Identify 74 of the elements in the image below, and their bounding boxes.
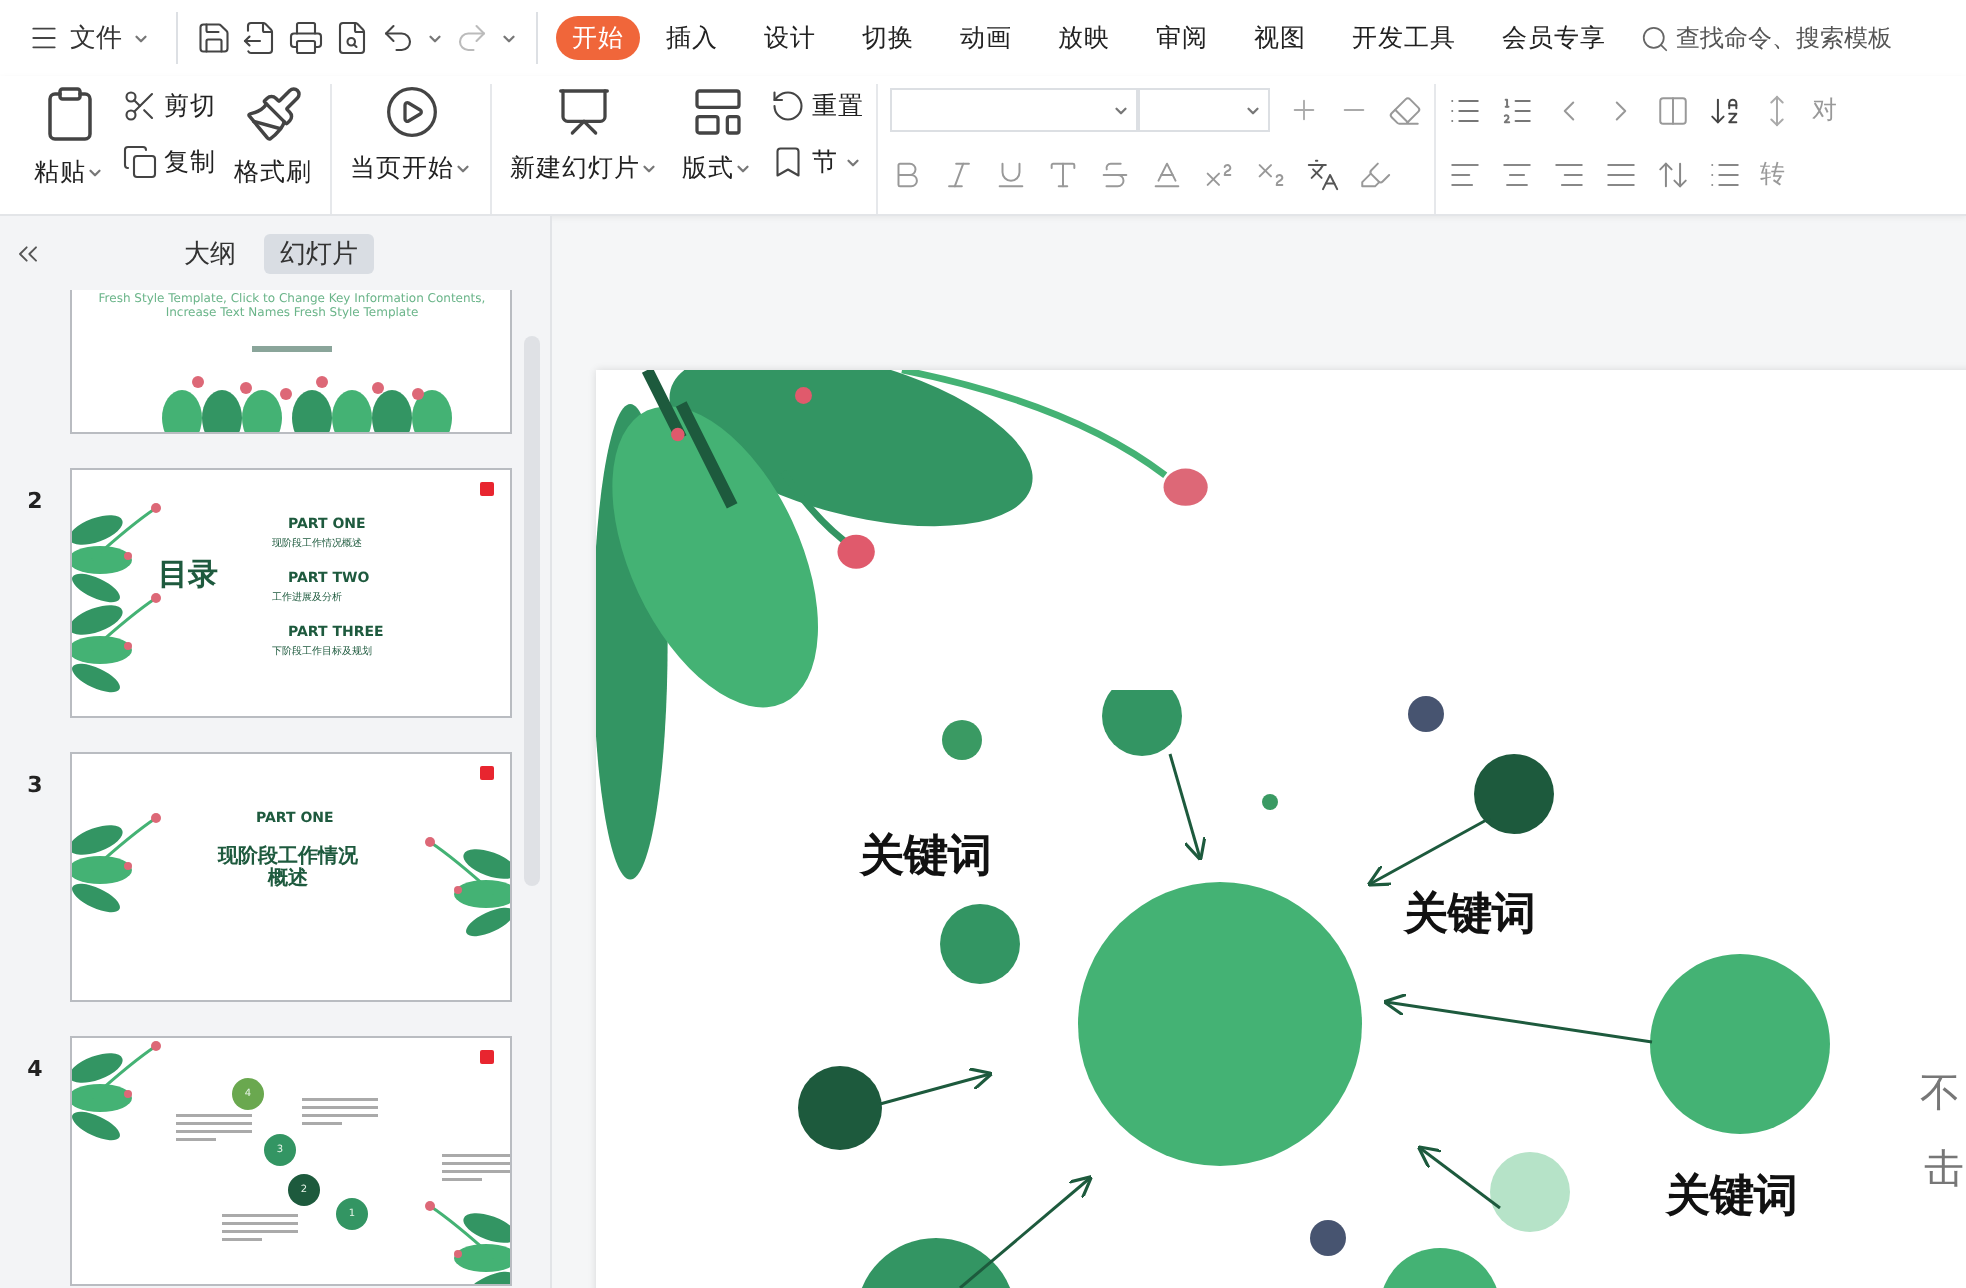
presenter-line-drawing (252, 346, 332, 352)
ribbon-tab[interactable]: 审阅 (1140, 16, 1224, 60)
slide-heading: 目录 (158, 558, 218, 591)
slide-number: 3 (25, 770, 45, 798)
slide-number: 2 (25, 486, 45, 514)
ribbon-tab[interactable]: 开发工具 (1336, 16, 1472, 60)
caret-icon (86, 164, 104, 182)
line-spacing-icon[interactable] (1656, 157, 1690, 191)
caret-icon (454, 160, 472, 178)
phonetic-guide-icon[interactable] (1306, 157, 1340, 191)
panel-tab[interactable]: 幻灯片 (264, 233, 374, 273)
layout-icon[interactable] (689, 84, 745, 140)
paragraph-lines-drawing (302, 1098, 378, 1130)
reset-icon[interactable] (770, 88, 806, 124)
export-icon[interactable] (242, 20, 278, 56)
eraser-icon[interactable] (1388, 93, 1422, 127)
font-color-icon[interactable] (1150, 157, 1184, 191)
ribbon-tab[interactable]: 放映 (1042, 16, 1126, 60)
preview-icon[interactable] (334, 20, 370, 56)
section-icon[interactable] (770, 144, 806, 180)
format-painter-button[interactable]: 格式刷 (228, 84, 318, 190)
ribbon-tab[interactable]: 视图 (1238, 16, 1322, 60)
underline-icon[interactable] (994, 157, 1028, 191)
print-icon[interactable] (288, 20, 324, 56)
logo-icon (480, 482, 494, 496)
caret-icon (640, 160, 658, 178)
logo-icon (480, 1050, 494, 1064)
slide-text: 击 (1924, 1142, 1964, 1196)
section-heading: 现阶段工作情况概述 (216, 846, 360, 890)
menu-icon[interactable] (28, 22, 60, 54)
logo-icon (480, 766, 494, 780)
panel-tab[interactable]: 大纲 (168, 233, 252, 273)
ribbon-tab[interactable]: 插入 (650, 16, 734, 60)
numbering-icon[interactable] (1500, 93, 1534, 127)
section-button[interactable]: 节 (770, 140, 864, 184)
paragraph-lines-drawing (222, 1214, 298, 1246)
keyword-label: 关键词 (860, 830, 992, 886)
ribbon-tab[interactable]: 切换 (846, 16, 930, 60)
cut-button[interactable]: 剪切 (122, 84, 216, 128)
copy-icon[interactable] (122, 144, 158, 180)
font-size-field[interactable] (1138, 88, 1270, 132)
redo-icon[interactable] (454, 20, 490, 56)
strikethrough-icon[interactable] (1098, 157, 1132, 191)
slide-number: 4 (25, 1054, 45, 1082)
play-icon[interactable] (383, 84, 439, 140)
font-name-field[interactable] (890, 88, 1138, 132)
ribbon-tab[interactable]: 动画 (944, 16, 1028, 60)
paragraph-lines-drawing (442, 1154, 510, 1186)
highlighter-icon[interactable] (1358, 157, 1392, 191)
layout-button[interactable]: 版式 (676, 84, 758, 186)
ribbon-tab[interactable]: 设计 (748, 16, 832, 60)
file-menu-button[interactable]: 文件 (20, 12, 158, 64)
ribbon-tab[interactable]: 会员专享 (1486, 16, 1622, 60)
paintbrush-icon[interactable] (243, 84, 303, 144)
paste-button[interactable]: 粘贴 (28, 84, 110, 190)
save-icon[interactable] (196, 20, 232, 56)
leaf-drawing (424, 1198, 510, 1284)
increase-font-icon[interactable] (1288, 94, 1320, 126)
paragraph-lines-drawing (176, 1114, 252, 1146)
scissors-icon[interactable] (122, 88, 158, 124)
caret-icon (734, 160, 752, 178)
keyword-label: 关键词 (1666, 1170, 1798, 1226)
new-slide-button[interactable]: 新建幻灯片 (504, 84, 664, 186)
search-field[interactable]: 查找命令、搜索模板 (1640, 21, 1892, 55)
undo-icon[interactable] (380, 20, 416, 56)
italic-icon[interactable] (942, 157, 976, 191)
keyword-label: 关键词 (1404, 888, 1536, 944)
copy-button[interactable]: 复制 (122, 140, 216, 184)
text-direction-icon[interactable] (1708, 93, 1742, 127)
search-icon[interactable] (1640, 23, 1670, 53)
reset-button[interactable]: 重置 (770, 84, 864, 128)
slide-text: 不 (1920, 1066, 1960, 1120)
play-from-current-button[interactable]: 当页开始 (344, 84, 478, 186)
new-slide-icon[interactable] (556, 84, 612, 140)
